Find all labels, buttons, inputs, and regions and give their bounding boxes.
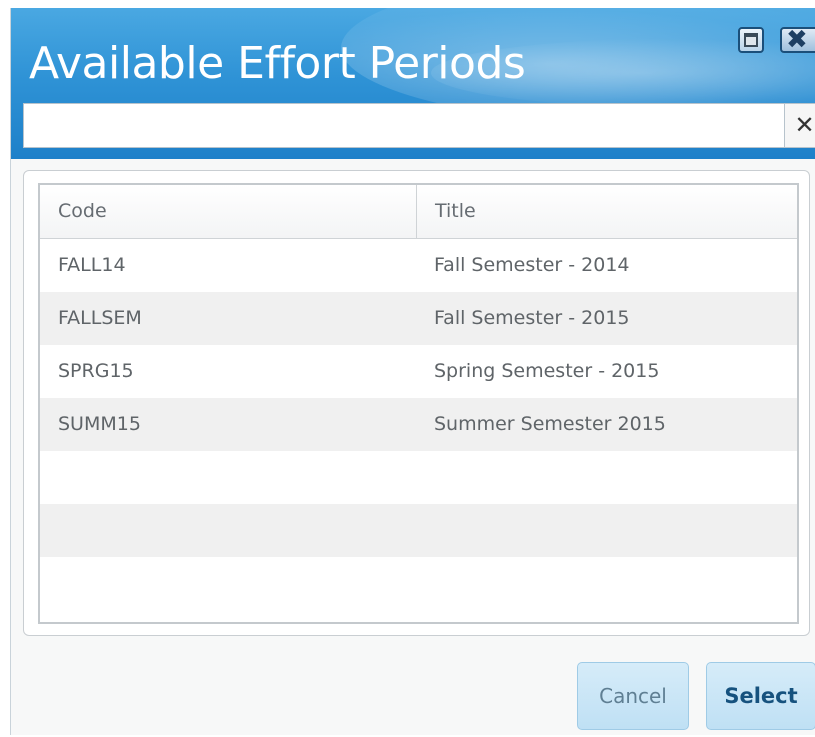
effort-periods-dialog: Available Effort Periods ✖ ✕ Code Title …	[10, 8, 815, 735]
column-header-code[interactable]: Code	[40, 185, 417, 238]
cell-title: Summer Semester 2015	[434, 413, 666, 435]
search-input[interactable]	[24, 104, 784, 147]
table-row[interactable]: SPRG15 Spring Semester - 2015	[40, 345, 797, 398]
dialog-title: Available Effort Periods	[29, 38, 526, 89]
empty-table-row	[40, 451, 797, 504]
search-bar: ✕	[23, 103, 815, 148]
close-button[interactable]: ✖	[780, 25, 815, 55]
column-header-title[interactable]: Title	[417, 185, 797, 238]
close-icon: ✖	[786, 25, 808, 55]
grid-header: Code Title	[40, 185, 797, 239]
maximize-icon[interactable]	[738, 27, 764, 53]
cell-title: Fall Semester - 2015	[434, 307, 630, 329]
cell-code: SUMM15	[58, 413, 141, 435]
clear-search-icon[interactable]: ✕	[784, 104, 815, 147]
empty-table-row	[40, 504, 797, 557]
cell-title: Fall Semester - 2014	[434, 254, 630, 276]
select-button[interactable]: Select	[706, 662, 815, 730]
table-row[interactable]: FALLSEM Fall Semester - 2015	[40, 292, 797, 345]
cell-title: Spring Semester - 2015	[434, 360, 660, 382]
cell-code: FALL14	[58, 254, 126, 276]
cell-code: SPRG15	[58, 360, 134, 382]
cancel-button[interactable]: Cancel	[577, 662, 689, 730]
table-row[interactable]: SUMM15 Summer Semester 2015	[40, 398, 797, 451]
effort-periods-grid: Code Title FALL14 Fall Semester - 2014 F…	[38, 183, 799, 624]
cell-code: FALLSEM	[58, 307, 142, 329]
grid-panel: Code Title FALL14 Fall Semester - 2014 F…	[23, 170, 810, 636]
empty-table-row	[40, 557, 797, 610]
table-row[interactable]: FALL14 Fall Semester - 2014	[40, 239, 797, 292]
grid-rows: FALL14 Fall Semester - 2014 FALLSEM Fall…	[40, 239, 797, 610]
